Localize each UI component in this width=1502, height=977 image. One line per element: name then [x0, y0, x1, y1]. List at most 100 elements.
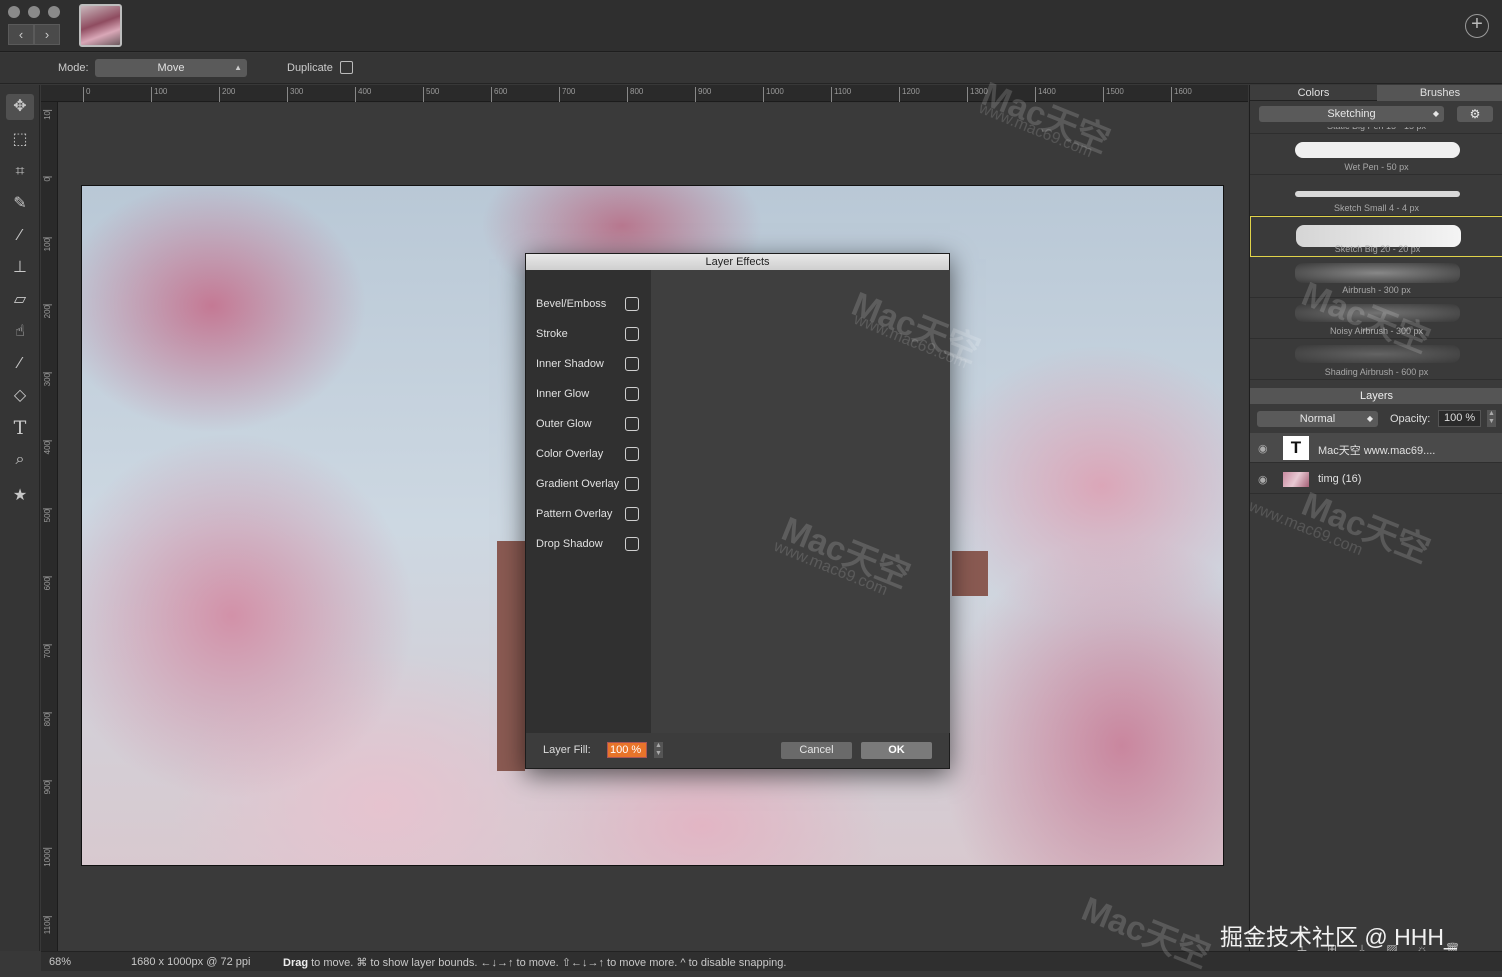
effect-row[interactable]: Color Overlay [536, 447, 644, 463]
zoom-level[interactable]: 68% [49, 956, 71, 968]
eye-icon[interactable]: ◉ [1258, 473, 1272, 486]
brush-item[interactable]: Noisy Airbrush - 300 px [1250, 298, 1502, 339]
brush-tool[interactable]: ⁄ [6, 223, 34, 249]
ruler-tick-label: 900 [43, 780, 52, 795]
ok-button[interactable]: OK [861, 742, 932, 759]
eyedropper-tool[interactable]: ✎ [6, 191, 34, 217]
brush-item[interactable]: Airbrush - 300 px [1250, 257, 1502, 298]
eraser-tool[interactable]: ▱ [6, 287, 34, 313]
minimize-window-button[interactable] [28, 6, 40, 18]
opacity-stepper[interactable]: ▲ ▼ [1487, 410, 1496, 427]
ruler-tick-label: 200 [43, 304, 52, 319]
right-panel: Colors Brushes Sketching ◆ ⚙ Static Big … [1249, 85, 1502, 958]
effect-row[interactable]: Gradient Overlay [536, 477, 644, 493]
effect-row[interactable]: Outer Glow [536, 417, 644, 433]
brush-item[interactable]: Shading Airbrush - 600 px [1250, 339, 1502, 380]
ruler-tick-label: 1400 [1035, 87, 1056, 102]
brush-item[interactable]: Sketch Small 4 - 4 px [1250, 175, 1502, 216]
smudge-tool[interactable]: ☝ [6, 319, 34, 345]
effect-label: Stroke [536, 328, 568, 340]
duplicate-label: Duplicate [287, 62, 333, 74]
favorites-tool[interactable]: ★ [6, 483, 34, 509]
brush-settings-button[interactable]: ⚙ [1457, 106, 1493, 122]
forward-button[interactable]: › [34, 24, 60, 45]
options-bar: Mode: Move ▲ Duplicate [0, 53, 1502, 84]
brush-set-select[interactable]: Sketching ◆ [1259, 106, 1444, 122]
zoom-tool[interactable]: ⌕ [6, 447, 34, 473]
brush-name: Airbrush - 300 px [1342, 285, 1411, 295]
layer-row[interactable]: ◉ T Mac天空 www.mac69.... [1250, 433, 1502, 463]
ruler-vertical: 10 0 100 200 300 400 500 600 700 800 900 1000 1100 [41, 102, 58, 951]
effect-checkbox[interactable] [625, 507, 639, 521]
brush-stroke-preview [1295, 304, 1460, 322]
effect-label: Bevel/Emboss [536, 298, 607, 310]
effect-checkbox[interactable] [625, 357, 639, 371]
brush-item[interactable]: Sketch Big 20 - 20 px [1250, 216, 1502, 257]
effect-checkbox[interactable] [625, 297, 639, 311]
effect-row[interactable]: Inner Shadow [536, 357, 644, 373]
effect-checkbox[interactable] [625, 387, 639, 401]
updown-arrows-icon: ◆ [1432, 109, 1439, 118]
fill-tool[interactable]: ◇ [6, 383, 34, 409]
effect-checkbox[interactable] [625, 447, 639, 461]
duplicate-checkbox[interactable] [340, 61, 353, 74]
opacity-input[interactable]: 100 % [1438, 410, 1481, 427]
layer-row[interactable]: ◉ timg (16) [1250, 464, 1502, 494]
marquee-tool[interactable]: ⬚ [6, 127, 34, 153]
ruler-tick-label: 500 [423, 87, 439, 102]
effect-checkbox[interactable] [625, 537, 639, 551]
tab-brushes[interactable]: Brushes [1377, 85, 1502, 101]
layer-thumbnail [1283, 472, 1309, 487]
effect-row[interactable]: Inner Glow [536, 387, 644, 403]
brush-item[interactable]: Wet Pen - 50 px [1250, 134, 1502, 175]
updown-arrows-icon: ▲ [234, 63, 242, 72]
text-tool[interactable]: T [6, 415, 34, 441]
brush-item[interactable]: Static Big Pen 15 - 15 px [1250, 127, 1502, 134]
move-tool[interactable]: ✥ [6, 94, 34, 120]
stamp-tool[interactable]: ⊥ [6, 255, 34, 281]
ruler-tick-label: 300 [287, 87, 303, 102]
back-button[interactable]: ‹ [8, 24, 34, 45]
cancel-button[interactable]: Cancel [781, 742, 852, 759]
document-thumbnail[interactable] [79, 4, 122, 47]
ruler-tick-label: 100 [151, 87, 167, 102]
brush-name: Sketch Small 4 - 4 px [1333, 203, 1420, 213]
brush-stroke-preview [1295, 345, 1460, 363]
brush-set-value: Sketching [1327, 108, 1376, 120]
gear-icon: ⚙ [1469, 107, 1481, 121]
effect-row[interactable]: Stroke [536, 327, 644, 343]
effect-checkbox[interactable] [625, 327, 639, 341]
effect-row[interactable]: Drop Shadow [536, 537, 644, 553]
blend-mode-select[interactable]: Normal ◆ [1257, 411, 1378, 427]
paint-tool[interactable]: ∕ [6, 351, 34, 377]
tab-colors[interactable]: Colors [1250, 85, 1377, 101]
ruler-tick-label: 300 [43, 372, 52, 387]
brush-list: Static Big Pen 15 - 15 px Wet Pen - 50 px… [1250, 127, 1502, 383]
brush-name: Static Big Pen 15 - 15 px [1250, 127, 1502, 131]
effect-checkbox[interactable] [625, 477, 639, 491]
mode-select[interactable]: Move ▲ [95, 59, 247, 77]
crop-tool[interactable]: ⌗ [6, 159, 34, 185]
effect-row[interactable]: Bevel/Emboss [536, 297, 644, 313]
chevron-left-icon: ‹ [18, 27, 24, 42]
layer-fill-label: Layer Fill: [543, 744, 591, 756]
ruler-tick-label: 700 [559, 87, 575, 102]
ruler-tick-label: 100 [43, 237, 52, 252]
add-document-icon[interactable]: + [1465, 14, 1489, 38]
brush-name: Noisy Airbrush - 300 px [1329, 326, 1424, 336]
effect-checkbox[interactable] [625, 417, 639, 431]
effect-row[interactable]: Pattern Overlay [536, 507, 644, 523]
ruler-tick-label: 0 [43, 176, 52, 182]
brush-stroke-preview [1295, 191, 1460, 197]
close-window-button[interactable] [8, 6, 20, 18]
dialog-title: Layer Effects [526, 254, 949, 270]
eye-icon[interactable]: ◉ [1258, 442, 1272, 455]
ruler-tick-label: 900 [695, 87, 711, 102]
ruler-tick-label: 1000 [763, 87, 784, 102]
hint-bold: Drag [283, 957, 309, 969]
document-size: 1680 x 1000px @ 72 ppi [131, 956, 251, 968]
layer-fill-stepper[interactable]: ▲ ▼ [654, 742, 663, 758]
zoom-window-button[interactable] [48, 6, 60, 18]
layer-fill-input[interactable]: 100 % [607, 742, 647, 758]
layer-thumbnail: T [1283, 436, 1309, 460]
